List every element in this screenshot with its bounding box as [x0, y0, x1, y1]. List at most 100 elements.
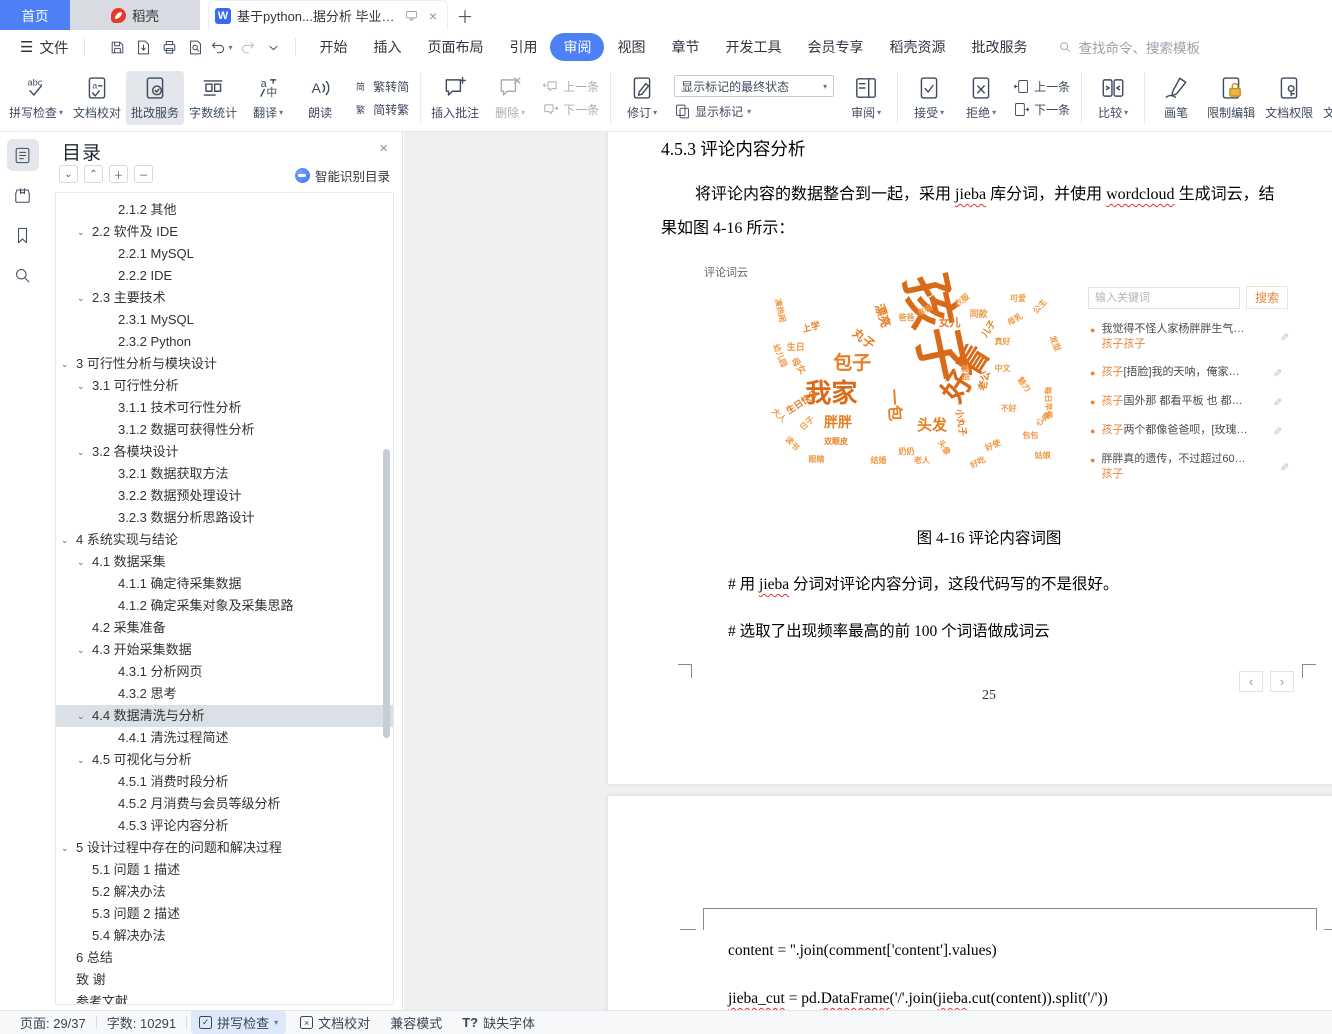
review-pane-button[interactable]: 审阅 ▾	[840, 71, 892, 125]
chevron-down-icon[interactable]: ⌄	[77, 441, 85, 463]
chevron-down-icon[interactable]: ⌄	[61, 837, 69, 859]
tab-document[interactable]: W 基于python...据分析 毕业论文 ×	[208, 0, 448, 30]
save-icon[interactable]	[105, 35, 129, 59]
grading-button[interactable]: 批改服务	[126, 70, 185, 125]
comment-prev-button[interactable]: 上一条	[542, 78, 599, 95]
toc-item[interactable]: ⌄ 4.5 可视化与分析	[56, 749, 393, 771]
menu-tab[interactable]: 页面布局	[414, 33, 496, 61]
comment-delete-button[interactable]: 删除 ▾	[484, 71, 536, 125]
missing-font-button[interactable]: T? 缺失字体	[452, 1013, 545, 1032]
bookmark-pane-icon[interactable]	[7, 219, 39, 251]
rev-prev-button[interactable]: 上一条	[1013, 78, 1070, 95]
menu-tab[interactable]: 批改服务	[958, 33, 1040, 61]
toc-item[interactable]: 2.1.2 其他	[56, 199, 393, 221]
command-search[interactable]: 查找命令、搜索模板	[1058, 37, 1200, 57]
link-icon[interactable]: ✎	[1261, 332, 1291, 341]
compare-button[interactable]: 比较 ▾	[1087, 71, 1139, 125]
comment-item[interactable]: ● 孩子国外那 都看平板 也 都… ✎	[1088, 394, 1300, 410]
menu-tab[interactable]: 开始	[306, 33, 360, 61]
show-markup-button[interactable]: 显示标记 ▾	[674, 103, 834, 120]
word-count[interactable]: 字数: 10291	[97, 1013, 186, 1032]
comments-pane-icon[interactable]	[7, 179, 39, 211]
toc-item[interactable]: 4.5.1 消费时段分析	[56, 771, 393, 793]
toc-item[interactable]: 5.4 解决办法	[56, 925, 393, 947]
menu-tab[interactable]: 稻壳资源	[876, 33, 958, 61]
doc-certify-button[interactable]: 文档认证	[1318, 71, 1332, 125]
proofread-button[interactable]: a 文档校对	[68, 71, 126, 125]
toc-item[interactable]: 2.2.1 MySQL	[56, 243, 393, 265]
monitor-icon[interactable]	[403, 8, 419, 24]
comment-item[interactable]: ● 孩子[捂脸]我的天呐，俺家… ✎	[1088, 365, 1300, 381]
toc-item[interactable]: 4.3.1 分析网页	[56, 661, 393, 683]
track-changes-button[interactable]: 修订 ▾	[616, 71, 668, 125]
expand-item-button[interactable]: ＋	[109, 165, 128, 183]
toc-item[interactable]: 4.4.1 清洗过程简述	[56, 727, 393, 749]
link-icon[interactable]: ✎	[1268, 397, 1284, 406]
toc-item[interactable]: 4.5.3 评论内容分析	[56, 815, 393, 837]
comment-add-button[interactable]: 插入批注	[426, 71, 484, 125]
customize-toolbar-icon[interactable]	[261, 35, 285, 59]
document-workspace[interactable]: 4.5.3 评论内容分析 将评论内容的数据整合到一起，采用 jieba 库分词，…	[404, 132, 1332, 1010]
restrict-edit-button[interactable]: 限制编辑	[1202, 71, 1260, 125]
new-tab-button[interactable]: ＋	[448, 0, 482, 30]
print-icon[interactable]	[157, 35, 181, 59]
collapse-all-button[interactable]: ⌄	[59, 165, 78, 183]
brush-button[interactable]: 画笔	[1150, 71, 1202, 125]
toc-item[interactable]: 3.2.3 数据分析思路设计	[56, 507, 393, 529]
toc-item[interactable]: 致 谢	[56, 969, 393, 991]
translate-button[interactable]: a 中翻译 ▾	[242, 71, 294, 125]
doc-permission-button[interactable]: 文档权限	[1260, 71, 1318, 125]
compatibility-mode[interactable]: 兼容模式	[380, 1013, 452, 1032]
menu-tab[interactable]: 会员专享	[794, 33, 876, 61]
toc-item[interactable]: 3.1.2 数据可获得性分析	[56, 419, 393, 441]
menu-tab[interactable]: 视图	[604, 33, 658, 61]
toc-item[interactable]: 5.2 解决办法	[56, 881, 393, 903]
toc-scrollbar[interactable]	[383, 449, 390, 738]
undo-icon[interactable]: ▾	[209, 35, 233, 59]
chevron-down-icon[interactable]: ⌄	[77, 375, 85, 397]
zh-simp-button[interactable]: 简繁转简	[352, 78, 409, 95]
toc-item[interactable]: ⌄ 4 系统实现与结论	[56, 529, 393, 551]
redo-icon[interactable]	[235, 35, 259, 59]
comment-item[interactable]: ● 胖胖真的遗传，不过超过60… 孩子 ✎	[1088, 452, 1300, 482]
smart-toc-button[interactable]: 智能识别目录	[294, 166, 390, 185]
toc-item[interactable]: 5.1 问题 1 描述	[56, 859, 393, 881]
tab-docer[interactable]: 稻壳	[70, 0, 200, 30]
collapse-item-button[interactable]: －	[134, 165, 153, 183]
toc-item[interactable]: ⌄ 2.3 主要技术	[56, 287, 393, 309]
toc-item[interactable]: ⌄ 4.4 数据清洗与分析	[56, 705, 393, 727]
file-menu-button[interactable]: ☰ 文件	[14, 34, 74, 61]
rev-next-button[interactable]: 下一条	[1013, 101, 1070, 118]
toc-item[interactable]: ⌄ 4.1 数据采集	[56, 551, 393, 573]
chevron-down-icon[interactable]: ⌄	[77, 749, 85, 771]
toc-item[interactable]: ⌄ 4.3 开始采集数据	[56, 639, 393, 661]
keyword-input[interactable]	[1088, 286, 1240, 309]
toc-item[interactable]: 6 总结	[56, 947, 393, 969]
menu-tab[interactable]: 审阅	[550, 33, 605, 61]
accept-button[interactable]: 接受 ▾	[903, 71, 955, 125]
export-icon[interactable]	[131, 35, 155, 59]
toc-item[interactable]: ⌄ 3.2 各模块设计	[56, 441, 393, 463]
toc-item[interactable]: 5.3 问题 2 描述	[56, 903, 393, 925]
menu-tab[interactable]: 插入	[360, 33, 414, 61]
toc-item[interactable]: 4.1.1 确定待采集数据	[56, 573, 393, 595]
chevron-down-icon[interactable]: ⌄	[77, 551, 85, 573]
spellcheck-button[interactable]: abc 拼写检查 ▾	[4, 71, 68, 125]
zh-trad-button[interactable]: 繁简转繁	[352, 101, 409, 118]
chevron-down-icon[interactable]: ⌄	[77, 705, 85, 727]
chevron-down-icon[interactable]: ⌄	[61, 353, 69, 375]
document-page-25[interactable]: 4.5.3 评论内容分析 将评论内容的数据整合到一起，采用 jieba 库分词，…	[608, 132, 1332, 784]
markup-state-select[interactable]: 显示标记的最终状态 ▾	[674, 75, 835, 97]
comment-next-button[interactable]: 下一条	[542, 101, 599, 118]
search-pane-icon[interactable]	[7, 259, 39, 291]
toc-item[interactable]: 3.2.2 数据预处理设计	[56, 485, 393, 507]
reject-button[interactable]: 拒绝 ▾	[955, 71, 1007, 125]
chevron-down-icon[interactable]: ⌄	[61, 529, 69, 551]
close-panel-icon[interactable]: ×	[379, 140, 388, 157]
link-icon[interactable]: ✎	[1261, 462, 1291, 471]
toc-item[interactable]: 4.5.2 月消费与会员等级分析	[56, 793, 393, 815]
menu-tab[interactable]: 章节	[658, 33, 712, 61]
proofread-toggle[interactable]: × 文档校对	[290, 1013, 380, 1032]
toc-item[interactable]: 2.3.1 MySQL	[56, 309, 393, 331]
wordcount-button[interactable]: 字数统计	[184, 71, 242, 125]
